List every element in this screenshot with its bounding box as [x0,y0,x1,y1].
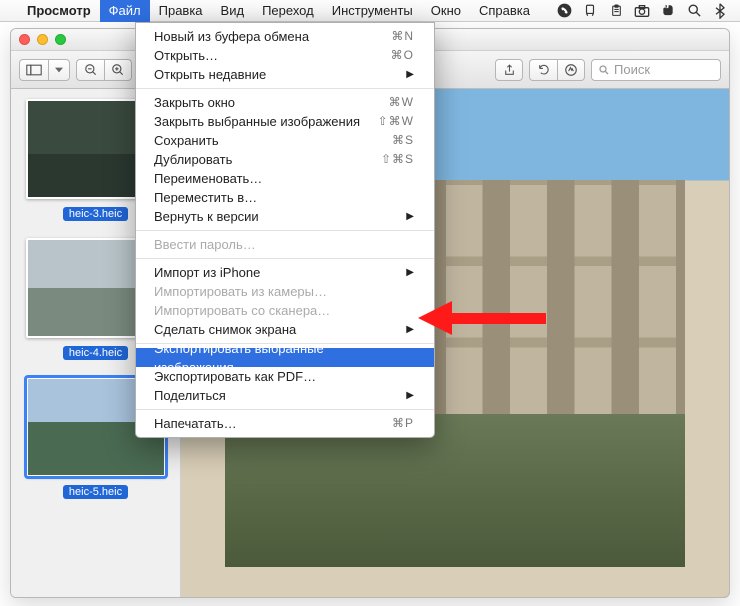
menu-item-label: Вернуть к версии [154,207,259,226]
menu-item[interactable]: Экспортировать выбранные изображения… [136,348,434,367]
menu-item-shortcut: ⇧⌘W [378,112,414,131]
menu-item[interactable]: Закрыть выбранные изображения ⇧⌘W [136,112,434,131]
minimize-window-button[interactable] [37,34,48,45]
spotlight-icon[interactable] [686,3,702,19]
thumbnail-label: heic-3.heic [63,207,128,221]
menu-item-label: Дублировать [154,150,232,169]
system-menubar: Просмотр Файл Правка Вид Переход Инструм… [0,0,740,22]
menu-item[interactable]: Сохранить ⌘S [136,131,434,150]
submenu-arrow-icon: ▶ [406,65,414,84]
menu-item[interactable]: Открыть недавние ▶ [136,65,434,84]
search-field[interactable]: Поиск [591,59,721,81]
file-menu-dropdown: Новый из буфера обмена⌘NОткрыть…⌘OОткрыт… [135,22,435,438]
menu-item-label: Напечатать… [154,414,237,433]
clipboard-icon[interactable] [608,3,624,19]
view-mode-chevron[interactable] [48,59,70,81]
menu-item[interactable]: Экспортировать как PDF… [136,367,434,386]
menu-item-label: Переместить в… [154,188,257,207]
menu-item-label: Новый из буфера обмена [154,27,309,46]
thumbnail-label: heic-5.heic [63,485,128,499]
menu-item-label: Переименовать… [154,169,262,188]
rotate-button[interactable] [529,59,557,81]
zoom-in-button[interactable] [104,59,132,81]
menu-item-shortcut: ⌘O [391,46,414,65]
submenu-arrow-icon: ▶ [406,386,414,405]
evernote-icon[interactable] [660,3,676,19]
menu-item: Импортировать из камеры… [136,282,434,301]
menu-item-label: Ввести пароль… [154,235,256,254]
menu-item[interactable]: Поделиться ▶ [136,386,434,405]
menu-item-label: Импортировать из камеры… [154,282,327,301]
close-window-button[interactable] [19,34,30,45]
submenu-arrow-icon: ▶ [406,320,414,339]
menu-item: Ввести пароль… [136,235,434,254]
viber-icon[interactable] [556,3,572,19]
menu-item-shortcut: ⌘W [389,93,414,112]
menubar-item-edit[interactable]: Правка [150,0,212,22]
share-button[interactable] [495,59,523,81]
submenu-arrow-icon: ▶ [406,263,414,282]
menu-item-shortcut: ⌘P [392,414,414,433]
menubar-item-file[interactable]: Файл [100,0,150,22]
menu-item-shortcut: ⌘S [392,131,414,150]
menu-item-label: Поделиться [154,386,226,405]
menu-item[interactable]: Напечатать… ⌘P [136,414,434,433]
train-icon[interactable] [582,3,598,19]
markup-button[interactable] [557,59,585,81]
menu-item-label: Открыть недавние [154,65,266,84]
menubar-item-go[interactable]: Переход [253,0,323,22]
menu-item[interactable]: Вернуть к версии ▶ [136,207,434,226]
menu-item-label: Сохранить [154,131,219,150]
menu-item[interactable]: Переместить в… [136,188,434,207]
menu-item-label: Импорт из iPhone [154,263,260,282]
menu-item[interactable]: Переименовать… [136,169,434,188]
camera-icon[interactable] [634,3,650,19]
menu-item-label: Экспортировать как PDF… [154,367,316,386]
zoom-out-button[interactable] [76,59,104,81]
menu-item[interactable]: Сделать снимок экрана ▶ [136,320,434,339]
app-name[interactable]: Просмотр [18,0,100,22]
menu-item-label: Закрыть окно [154,93,235,112]
search-placeholder: Поиск [614,62,650,77]
menubar-extras [556,3,732,19]
menu-item-label: Сделать снимок экрана [154,320,296,339]
thumbnail-label: heic-4.heic [63,346,128,360]
menubar-item-view[interactable]: Вид [212,0,254,22]
menu-item[interactable]: Закрыть окно ⌘W [136,93,434,112]
zoom-window-button[interactable] [55,34,66,45]
submenu-arrow-icon: ▶ [406,207,414,226]
bluetooth-icon[interactable] [712,3,728,19]
menubar-item-window[interactable]: Окно [422,0,470,22]
menu-item-label: Открыть… [154,46,218,65]
menubar-item-tools[interactable]: Инструменты [323,0,422,22]
menu-item[interactable]: Импорт из iPhone ▶ [136,263,434,282]
menu-item-label: Закрыть выбранные изображения [154,112,360,131]
menu-item-label: Импортировать со сканера… [154,301,330,320]
view-mode-button[interactable] [19,59,48,81]
menu-item-shortcut: ⌘N [391,27,414,46]
menu-item[interactable]: Новый из буфера обмена ⌘N [136,27,434,46]
menu-item[interactable]: Открыть… ⌘O [136,46,434,65]
menubar-item-help[interactable]: Справка [470,0,539,22]
menu-item[interactable]: Дублировать ⇧⌘S [136,150,434,169]
menu-item-shortcut: ⇧⌘S [381,150,414,169]
menu-item: Импортировать со сканера… [136,301,434,320]
